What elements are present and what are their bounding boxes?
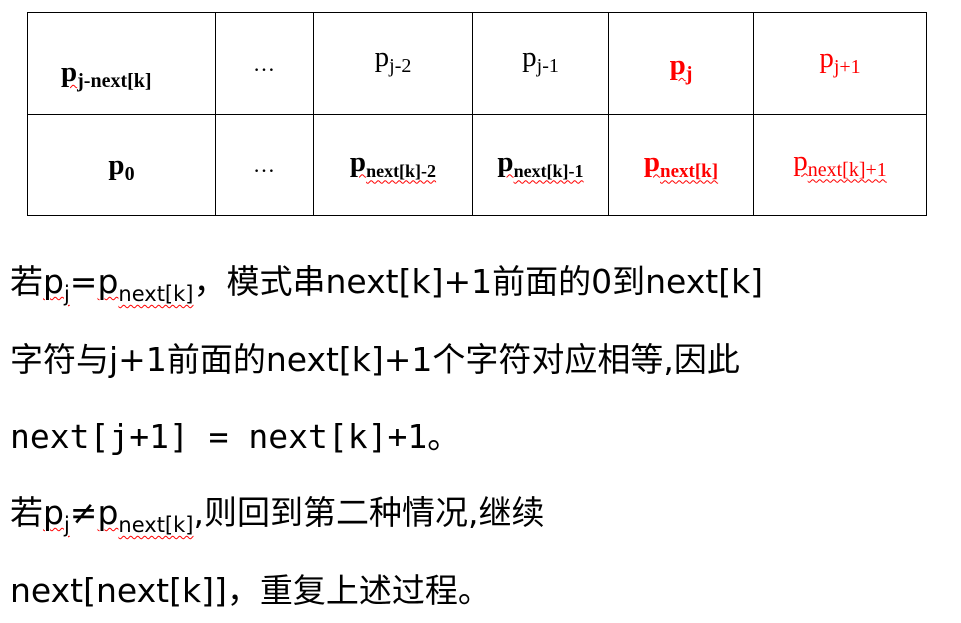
explanation-line-4: 若pj≠pnext[k],则回到第二种情况,继续 bbox=[10, 493, 545, 537]
cell-p-next-k-minus-2: pnext[k]-2 bbox=[313, 114, 473, 216]
cell-p-j: pj bbox=[608, 12, 754, 115]
pattern-alignment-table: pj-next[k] … pj-2 pj-1 pj pj+1 p0 … pnex… bbox=[27, 12, 927, 216]
cell-p-next-k: pnext[k] bbox=[608, 114, 754, 216]
explanation-line-5: next[next[k]]，重复上述过程。 bbox=[10, 571, 491, 610]
cell-p-j-minus-2: pj-2 bbox=[313, 12, 473, 115]
cell-p-j-plus-1: pj+1 bbox=[753, 12, 927, 115]
cell-p-next-k-minus-1: pnext[k]-1 bbox=[472, 114, 609, 216]
cell-p-j-minus-1: pj-1 bbox=[472, 12, 609, 115]
cell-p-0: p0 bbox=[27, 114, 216, 216]
table-row-prefix: p0 … pnext[k]-2 pnext[k]-1 pnext[k] pnex… bbox=[27, 114, 927, 216]
cell-p-next-k-plus-1: pnext[k]+1 bbox=[753, 114, 927, 216]
cell-ellipsis-top: … bbox=[215, 12, 314, 115]
table-row-suffix: pj-next[k] … pj-2 pj-1 pj pj+1 bbox=[27, 12, 927, 115]
explanation-line-1: 若pj=pnext[k]，模式串next[k]+1前面的0到next[k] bbox=[10, 262, 764, 306]
cell-ellipsis-bottom: … bbox=[215, 114, 314, 216]
explanation-line-2: 字符与j+1前面的next[k]+1个字符对应相等,因此 bbox=[10, 340, 740, 379]
explanation-line-3: next[j+1] = next[k]+1。 bbox=[10, 417, 461, 456]
cell-p-j-minus-next-k: pj-next[k] bbox=[27, 12, 216, 115]
